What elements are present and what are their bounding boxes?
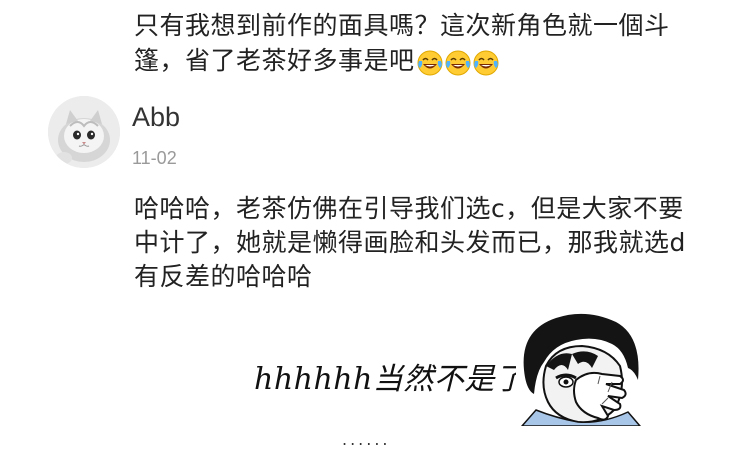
- comment-body: 哈哈哈，老茶仿佛在引导我们选c，但是大家不要 中计了，她就是懒得画脸和头发而已，…: [134, 192, 704, 294]
- comment-line-3: 有反差的哈哈哈: [134, 262, 313, 291]
- previous-comment-text: 只有我想到前作的面具嗎？這次新角色就一個斗 篷，省了老茶好多事是吧: [134, 8, 734, 80]
- comment-date: 11-02: [132, 148, 177, 168]
- previous-comment-line-1: 只有我想到前作的面具嗎？這次新角色就一個斗: [134, 11, 670, 40]
- avatar[interactable]: [48, 96, 120, 168]
- sticker-ellipsis: ......: [342, 430, 391, 449]
- tears-of-joy-emoji-icon: [445, 50, 471, 75]
- cat-avatar-icon: [48, 96, 120, 168]
- emoji-group: [417, 45, 501, 80]
- sticker-image[interactable]: hhhhhh当然不是了! ......: [250, 310, 680, 460]
- tears-of-joy-emoji-icon: [473, 50, 499, 75]
- username[interactable]: Abb: [132, 102, 180, 133]
- tears-of-joy-emoji-icon: [417, 50, 443, 75]
- sticker-caption: hhhhhh当然不是了!: [254, 362, 538, 397]
- previous-comment-line-2: 篷，省了老茶好多事是吧: [134, 43, 734, 80]
- comment-header: Abb 11-02: [48, 96, 348, 176]
- comment-line-1: 哈哈哈，老茶仿佛在引导我们选c，但是大家不要: [134, 194, 684, 223]
- comment-line-2: 中计了，她就是懒得画脸和头发而已，那我就选d: [134, 228, 686, 257]
- previous-comment-line-2-text: 篷，省了老茶好多事是吧: [134, 46, 415, 75]
- facepalm-character-icon: [516, 310, 646, 426]
